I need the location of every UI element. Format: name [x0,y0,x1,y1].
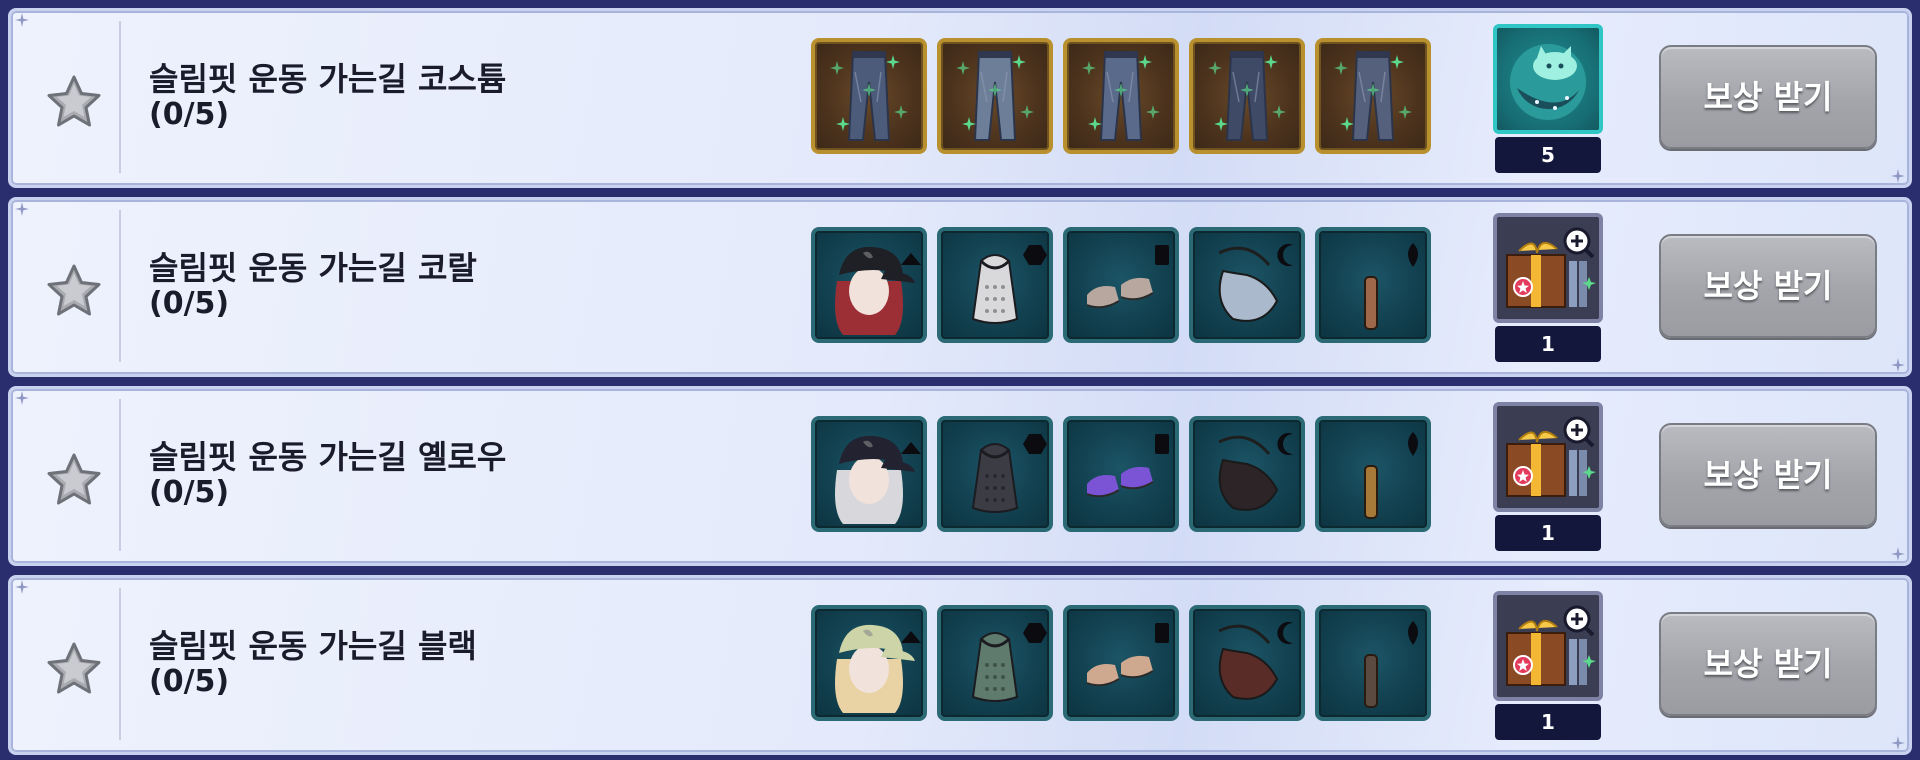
item-slot[interactable] [937,605,1053,721]
sparkle-icon [1891,169,1905,183]
item-slot[interactable] [937,38,1053,154]
reward-count: 5 [1495,137,1601,173]
collection-progress: (0/5) [149,475,230,510]
collection-row-3: 슬림핏 운동 가는길 옐로우 (0/5) 1 보상 받기 [8,386,1912,566]
item-slot[interactable] [1315,38,1431,154]
item-slot[interactable] [1063,227,1179,343]
claim-reward-button[interactable]: 보상 받기 [1659,234,1877,338]
favorite-star-icon[interactable] [45,451,103,507]
collection-title: 슬림핏 운동 가는길 옐로우 [149,438,507,476]
item-slot[interactable] [1189,227,1305,343]
divider [119,399,121,551]
favorite-star-icon[interactable] [45,262,103,318]
item-slot[interactable] [1189,416,1305,532]
reward-slot[interactable] [1493,213,1603,323]
collection-row-2: 슬림핏 운동 가는길 코랄 (0/5) 1 보상 받기 [8,197,1912,377]
item-slot[interactable] [811,605,927,721]
collection-list: 슬림핏 운동 가는길 코스튬 (0/5) 5 보상 받기 슬림핏 운동 가는길 … [0,0,1920,760]
item-slot[interactable] [1189,38,1305,154]
reward-slot[interactable] [1493,402,1603,512]
item-slot[interactable] [811,227,927,343]
item-slot[interactable] [1189,605,1305,721]
collection-progress: (0/5) [149,664,230,699]
item-slot[interactable] [1315,605,1431,721]
sparkle-icon [15,580,29,594]
item-slot[interactable] [1315,416,1431,532]
item-slot[interactable] [811,38,927,154]
item-slot[interactable] [1063,605,1179,721]
claim-reward-button[interactable]: 보상 받기 [1659,423,1877,527]
reward-slot[interactable] [1493,24,1603,134]
collection-title: 슬림핏 운동 가는길 블랙 [149,627,477,665]
sparkle-icon [1891,358,1905,372]
collection-title: 슬림핏 운동 가는길 코랄 [149,249,477,287]
divider [119,588,121,740]
item-slot[interactable] [1315,227,1431,343]
claim-reward-button[interactable]: 보상 받기 [1659,612,1877,716]
reward-count: 1 [1495,704,1601,740]
favorite-star-icon[interactable] [45,640,103,696]
item-slot[interactable] [811,416,927,532]
item-slot[interactable] [937,416,1053,532]
reward-count: 1 [1495,326,1601,362]
collection-row-1: 슬림핏 운동 가는길 코스튬 (0/5) 5 보상 받기 [8,8,1912,188]
item-slot[interactable] [1063,38,1179,154]
collection-title: 슬림핏 운동 가는길 코스튬 [149,60,507,98]
divider [119,21,121,173]
collection-progress: (0/5) [149,286,230,321]
reward-slot[interactable] [1493,591,1603,701]
divider [119,210,121,362]
sparkle-icon [15,391,29,405]
reward-count: 1 [1495,515,1601,551]
sparkle-icon [1891,547,1905,561]
favorite-star-icon[interactable] [45,73,103,129]
sparkle-icon [15,202,29,216]
sparkle-icon [15,13,29,27]
item-slot[interactable] [1063,416,1179,532]
collection-progress: (0/5) [149,97,230,132]
sparkle-icon [1891,736,1905,750]
collection-row-4: 슬림핏 운동 가는길 블랙 (0/5) 1 보상 받기 [8,575,1912,755]
item-slot[interactable] [937,227,1053,343]
claim-reward-button[interactable]: 보상 받기 [1659,45,1877,149]
